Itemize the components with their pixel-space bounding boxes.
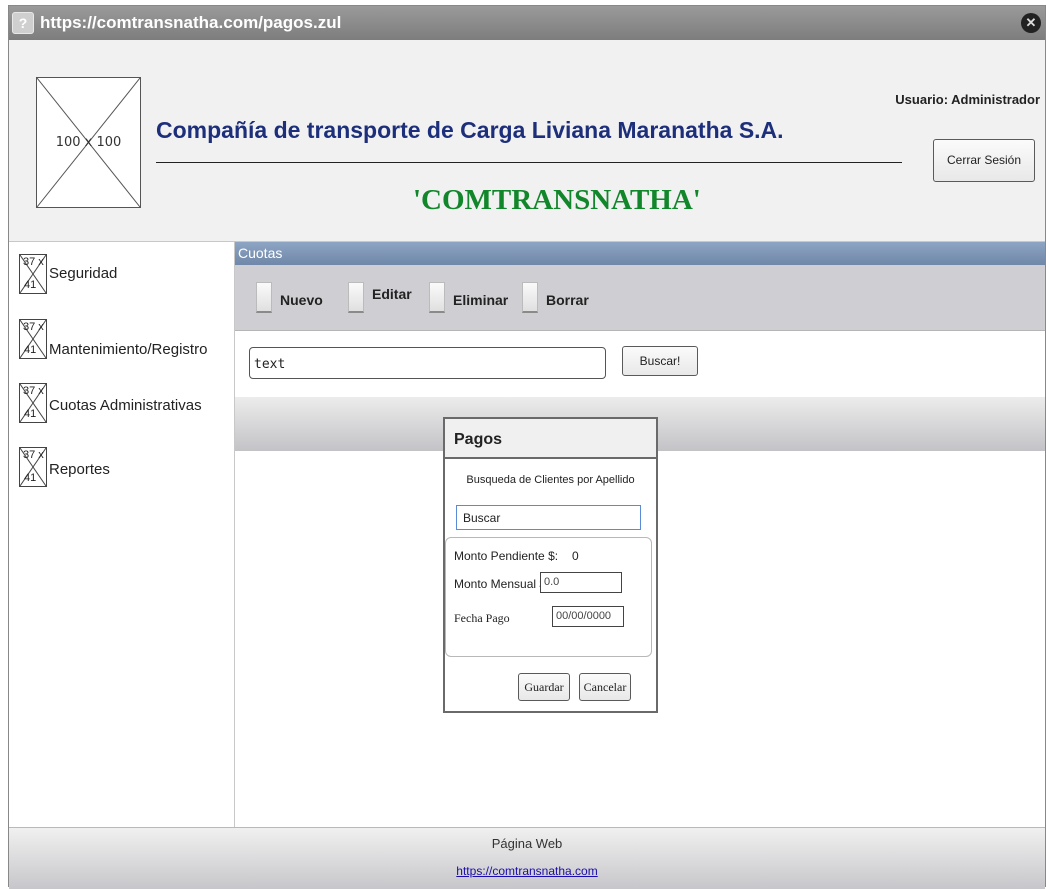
page-footer: Página Web https://comtransnatha.com [9, 827, 1045, 889]
browser-window: ? https://comtransnatha.com/pagos.zul ✕ … [8, 5, 1046, 889]
section-title: Cuotas [235, 242, 1045, 265]
sidebar-item-label: Reportes [49, 461, 110, 478]
logo-label: 100 x 100 [55, 135, 122, 150]
payment-date-field[interactable]: 00/00/0000 [552, 606, 624, 627]
logout-button[interactable]: Cerrar Sesión [933, 139, 1035, 182]
sidebar-item-label: Mantenimiento/Registro [49, 341, 208, 358]
help-icon[interactable]: ? [12, 12, 34, 34]
search-row: text Buscar! [235, 331, 1045, 397]
sidebar-item-label: Seguridad [49, 265, 118, 282]
header-divider [156, 162, 902, 163]
search-button[interactable]: Buscar! [622, 346, 698, 376]
dialog-subtitle: Busqueda de Clientes por Apellido [466, 474, 635, 486]
toolbar: Nuevo Editar Eliminar Borrar [235, 265, 1045, 331]
payment-panel: Monto Pendiente $: 0 Monto Mensual $: 0.… [445, 537, 652, 657]
company-name: Compañía de transporte de Carga Liviana … [156, 117, 784, 143]
sidebar: 37 x 41 Seguridad 37 x 41 Mantenimiento/Re… [9, 242, 235, 827]
logo-placeholder: 100 x 100 [36, 77, 141, 208]
cancel-button[interactable]: Cancelar [579, 673, 631, 701]
image-placeholder-icon: 37 x 41 [19, 254, 47, 294]
window-url: https://comtransnatha.com/pagos.zul [40, 13, 342, 32]
brand-name: 'COMTRANSNATHA' [413, 184, 701, 216]
client-search-input[interactable]: Buscar [456, 505, 641, 530]
button-icon [348, 282, 364, 313]
user-label: Usuario: Administrador [895, 92, 1040, 107]
title-bar: ? https://comtransnatha.com/pagos.zul ✕ [9, 6, 1045, 40]
button-icon [522, 282, 538, 313]
dialog-title: Pagos [454, 431, 503, 448]
save-button[interactable]: Guardar [518, 673, 570, 701]
image-placeholder-icon: 37 x 41 [19, 383, 47, 423]
footer-title: Página Web [491, 836, 563, 851]
footer-link[interactable]: https://comtransnatha.com [9, 864, 1045, 878]
image-placeholder-icon: 37 x 41 [19, 319, 47, 359]
sidebar-item-label: Cuotas Administrativas [49, 397, 202, 414]
pending-amount-value: 0 [572, 549, 579, 563]
dialog-header: Pagos [445, 419, 656, 459]
payment-date-label: Fecha Pago [454, 611, 510, 625]
pending-amount-label: Monto Pendiente $: [454, 549, 559, 563]
image-placeholder-icon: 37 x 41 [19, 447, 47, 487]
close-icon[interactable]: ✕ [1021, 13, 1041, 33]
button-icon [256, 282, 272, 313]
monthly-amount-label: Monto Mensual $: [454, 577, 550, 591]
page-header: 100 x 100 Compañía de transporte de Carg… [9, 40, 1045, 242]
search-input[interactable]: text [249, 347, 606, 379]
button-icon [429, 282, 445, 313]
pagos-dialog: Pagos Busqueda de Clientes por Apellido … [443, 417, 658, 713]
monthly-amount-field[interactable]: 0.0 [540, 572, 622, 593]
